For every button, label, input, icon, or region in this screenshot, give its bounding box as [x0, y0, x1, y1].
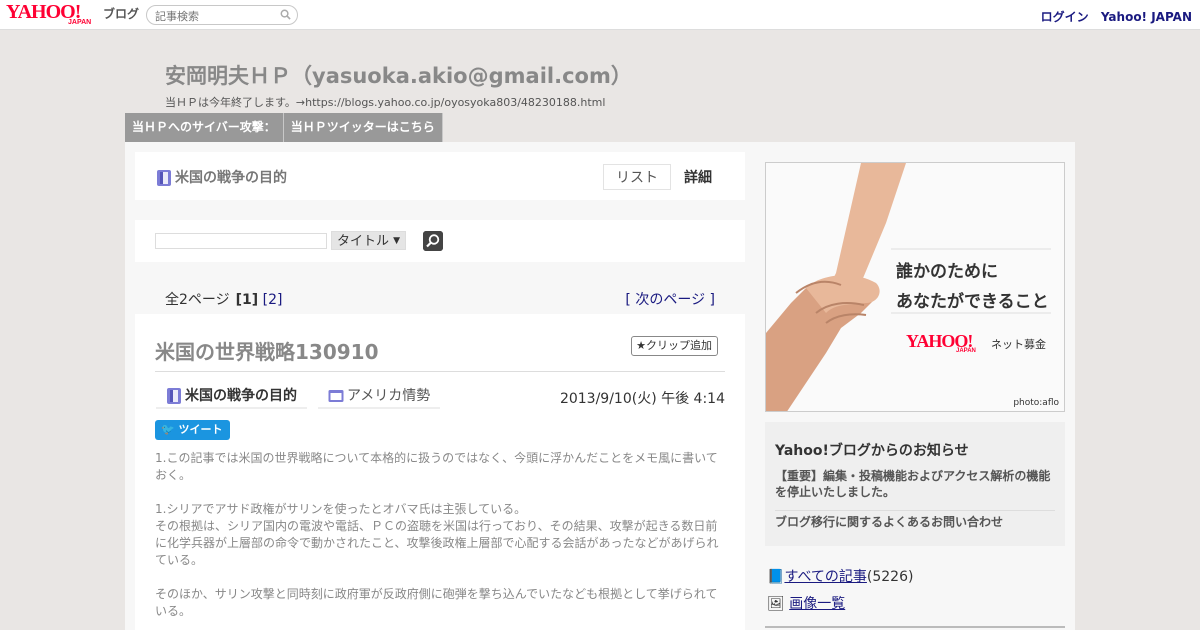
category-title: 米国の戦争の目的 — [156, 167, 287, 187]
clip-add-label: クリップ追加 — [646, 339, 712, 352]
article-search-input[interactable] — [155, 8, 275, 24]
page-total-label: 全2ページ — [165, 292, 230, 308]
page-count: 全2ページ [1] [2] — [165, 289, 282, 309]
search-icon[interactable] — [280, 9, 291, 20]
notice-item[interactable]: ブログ移行に関するよくあるお問い合わせ — [775, 510, 1055, 530]
article-category-label: 米国の戦争の目的 — [185, 388, 297, 404]
article-folder-label: アメリカ情勢 — [347, 388, 431, 404]
blog-title[interactable]: 安岡明夫ＨＰ（yasuoka.akio@gmail.com） — [165, 60, 632, 90]
clip-add-button[interactable]: ★クリップ追加 — [631, 336, 718, 356]
star-icon: ★ — [636, 339, 646, 352]
book-icon: 📘 — [767, 569, 785, 585]
next-page-link[interactable]: 次のページ — [635, 292, 705, 308]
yahoo-logo-japan: JAPAN — [68, 19, 92, 26]
article-category-link[interactable]: 米国の戦争の目的 — [156, 383, 307, 409]
article-paragraph: そのほか、サリン攻撃と同時刻に政府軍が反政府側に砲弾を撃ち込んでいたなども根拠と… — [155, 587, 718, 618]
notice-item[interactable]: 【重要】編集・投稿機能およびアクセス解析の機能を停止いたしました。 — [775, 468, 1055, 500]
title-divider — [155, 371, 725, 372]
top-links: ログイン Yahoo! JAPAN — [1033, 8, 1192, 25]
view-tabs: リスト 詳細 — [603, 164, 725, 190]
donation-ad-banner[interactable]: 誰かのために あなたができること YAHOO! JAPAN ネット募金 phot… — [765, 162, 1065, 412]
search-type-select[interactable]: タイトル ▼ — [331, 231, 407, 250]
category-header: 米国の戦争の目的 リスト 詳細 — [135, 152, 745, 200]
category-title-text: 米国の戦争の目的 — [175, 170, 287, 186]
blog-nav: 当ＨＰへのサイバー攻撃： 当ＨＰツイッターはこちら — [125, 113, 443, 142]
notice-heading: Yahoo!ブログからのお知らせ — [775, 443, 969, 459]
ad-yahoo-japan: JAPAN — [956, 348, 976, 354]
login-link[interactable]: ログイン — [1041, 10, 1089, 24]
dropdown-arrow-icon: ▼ — [393, 236, 401, 246]
article: 米国の世界戦略130910 ★クリップ追加 米国の戦争の目的 アメリカ情勢 20… — [135, 314, 745, 630]
sidebar-divider — [765, 626, 1065, 628]
search-type-value: タイトル — [337, 234, 390, 249]
ad-headline-2: あなたができること — [896, 292, 1049, 312]
global-header: YAHOO! JAPAN ブログ ログイン Yahoo! JAPAN — [0, 0, 1200, 30]
tab-detail[interactable]: 詳細 — [671, 164, 725, 190]
article-title[interactable]: 米国の世界戦略130910 — [155, 336, 379, 365]
article-folder-link[interactable]: アメリカ情勢 — [318, 383, 441, 409]
nav-twitter[interactable]: 当ＨＰツイッターはこちら — [283, 113, 443, 142]
tab-list[interactable]: リスト — [603, 164, 671, 190]
category-search: タイトル ▼ — [135, 220, 745, 262]
ad-photo-credit: photo:aflo — [1013, 398, 1059, 408]
page-2-link[interactable]: [2] — [263, 292, 283, 308]
search-button-icon[interactable] — [423, 231, 443, 251]
book-icon — [157, 170, 171, 186]
twitter-bird-icon: 🐦 — [161, 423, 175, 436]
yahoo-japan-link[interactable]: Yahoo! JAPAN — [1101, 10, 1192, 24]
all-articles-count: (5226) — [866, 569, 914, 585]
tweet-button[interactable]: 🐦 ツイート — [155, 420, 230, 440]
ad-headline-1: 誰かのために — [896, 262, 998, 282]
all-articles-row: 📘すべての記事(5226) — [767, 566, 913, 586]
blog-logo-text: ブログ — [103, 7, 140, 21]
image-list-link[interactable]: 画像一覧 — [789, 596, 845, 612]
nav-cyber-attack[interactable]: 当ＨＰへのサイバー攻撃： — [125, 113, 284, 142]
book-icon — [167, 388, 181, 404]
next-page-open: [ — [625, 292, 636, 308]
article-paragraph: 1.この記事では米国の世界戦略について本格的に扱うのではなく、今頭に浮かんだこと… — [155, 451, 718, 482]
current-page: [1] — [235, 292, 259, 308]
blog-notice-box: Yahoo!ブログからのお知らせ 【重要】編集・投稿機能およびアクセス解析の機能… — [765, 422, 1065, 546]
tweet-label: ツイート — [178, 423, 223, 436]
next-page-wrap: [ 次のページ ] — [625, 289, 715, 309]
content-wrapper: 米国の戦争の目的 リスト 詳細 タイトル ▼ 全2ページ [1] [2] [ 次の… — [125, 142, 1075, 630]
ad-net-donation: ネット募金 — [991, 338, 1046, 351]
all-articles-link[interactable]: すべての記事 — [784, 569, 866, 585]
folder-icon — [328, 390, 344, 402]
article-search-box — [146, 5, 298, 25]
article-paragraph: 1.シリアでアサド政権がサリンを使ったとオバマ氏は主張している。 その根拠は、シ… — [155, 502, 719, 567]
image-icon: 🖼 — [767, 596, 785, 612]
category-search-input[interactable] — [155, 233, 327, 249]
article-date: 2013/9/10(火) 午後 4:14 — [559, 391, 725, 407]
article-body: 1.この記事では米国の世界戦略について本格的に扱うのではなく、今頭に浮かんだこと… — [155, 450, 725, 630]
pagination: 全2ページ [1] [2] [ 次のページ ] — [135, 285, 745, 315]
next-page-close: ] — [705, 292, 715, 308]
image-list-row: 🖼 画像一覧 — [767, 593, 845, 613]
blog-subtitle: 当ＨＰは今年終了します。→https://blogs.yahoo.co.jp/o… — [165, 96, 606, 109]
